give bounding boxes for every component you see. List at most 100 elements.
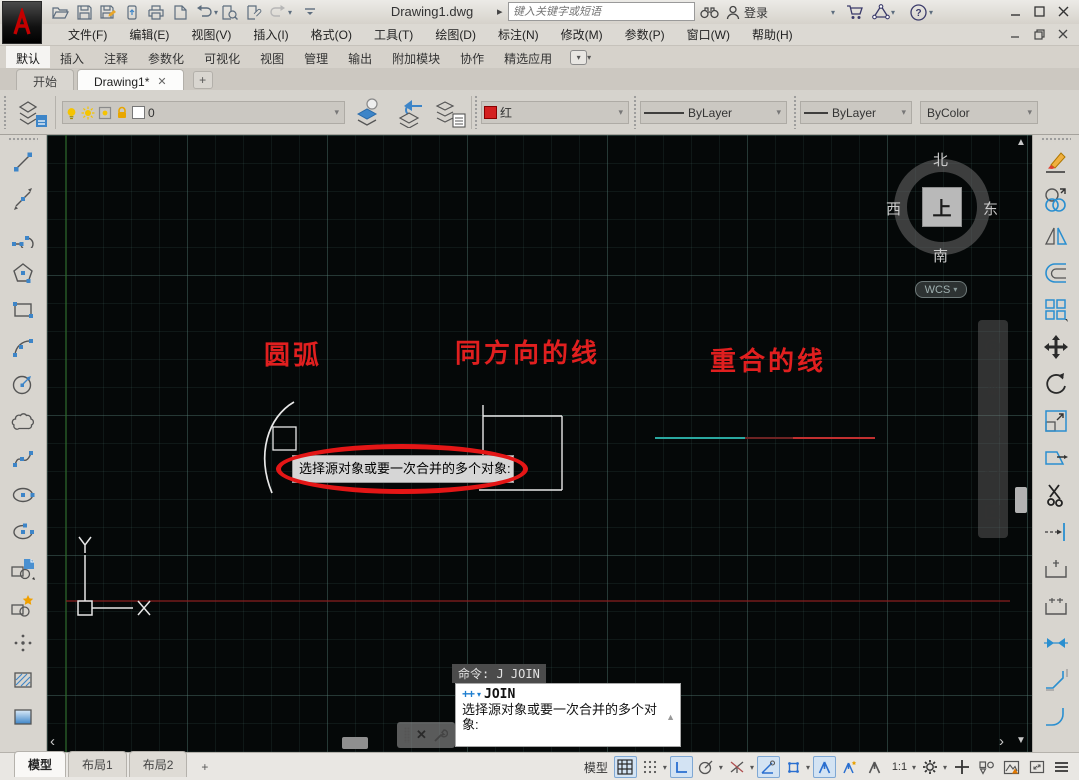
- menu-draw[interactable]: 绘图(D): [429, 24, 482, 45]
- menu-view[interactable]: 视图(V): [185, 24, 237, 45]
- customize-qat-button[interactable]: [298, 1, 322, 23]
- signin-button[interactable]: 登录: [726, 1, 772, 23]
- linetype-toolbar-grip[interactable]: [633, 95, 638, 129]
- chamfer-button[interactable]: [1036, 661, 1076, 698]
- vscroll-thumb[interactable]: [1015, 487, 1027, 513]
- layers-toolbar-grip[interactable]: [3, 95, 8, 129]
- app-store-button[interactable]: [846, 1, 864, 23]
- erase-button[interactable]: [1036, 143, 1076, 180]
- rectangle-button[interactable]: [3, 291, 43, 328]
- menu-modify[interactable]: 修改(M): [555, 24, 609, 45]
- modify-toolbar-grip[interactable]: [1041, 137, 1071, 142]
- workspace-dropdown[interactable]: ▾: [943, 763, 947, 772]
- rotate-button[interactable]: [1036, 365, 1076, 402]
- spline-button[interactable]: [3, 439, 43, 476]
- zoom-button[interactable]: [984, 421, 1002, 439]
- a360-button[interactable]: [872, 1, 890, 23]
- stretch-button[interactable]: [1036, 439, 1076, 476]
- viewcube-east[interactable]: 东: [983, 198, 998, 219]
- trim-button[interactable]: [1036, 476, 1076, 513]
- help-dropdown[interactable]: ▾: [929, 8, 933, 17]
- insert-block-button[interactable]: [3, 550, 43, 587]
- ribbon-tab-home[interactable]: 默认: [6, 46, 50, 68]
- ribbon-tab-output[interactable]: 输出: [338, 46, 382, 68]
- command-history-toggle[interactable]: ▲: [666, 712, 675, 722]
- color-dropdown[interactable]: 红 ▾: [481, 101, 629, 124]
- close-drawing-icon[interactable]: ✕: [157, 75, 166, 88]
- grid-toggle[interactable]: [614, 756, 637, 778]
- minimize-button[interactable]: [1003, 1, 1027, 21]
- command-close-icon[interactable]: ✕: [416, 727, 427, 743]
- menu-tools[interactable]: 工具(T): [368, 24, 419, 45]
- annotation-scale-sync-toggle[interactable]: [863, 756, 886, 778]
- layout-tab-model[interactable]: 模型: [14, 751, 66, 777]
- ribbon-tab-manage[interactable]: 管理: [294, 46, 338, 68]
- snap-toggle[interactable]: [639, 756, 662, 778]
- menu-window[interactable]: 窗口(W): [681, 24, 736, 45]
- annotation-monitor-button[interactable]: [950, 756, 973, 778]
- search-button[interactable]: [700, 1, 719, 23]
- doc-minimize-button[interactable]: [1003, 24, 1027, 44]
- ribbon-tab-addins[interactable]: 附加模块: [382, 46, 450, 68]
- ribbon-display-toggle[interactable]: ▾ ▾: [570, 46, 591, 68]
- drawing-review-button[interactable]: [218, 1, 242, 23]
- autoscale-toggle[interactable]: [838, 756, 861, 778]
- polygon-button[interactable]: [3, 254, 43, 291]
- construction-line-button[interactable]: [3, 180, 43, 217]
- save-as-button[interactable]: [96, 1, 120, 23]
- ribbon-tab-parametric[interactable]: 参数化: [138, 46, 194, 68]
- new-layout-button[interactable]: +: [194, 757, 215, 777]
- color-toolbar-grip[interactable]: [474, 95, 479, 129]
- orbit-button[interactable]: [984, 463, 1002, 481]
- vscroll-up-arrow[interactable]: ▲: [1016, 137, 1026, 148]
- color-dropdown-chevron[interactable]: ▾: [615, 107, 626, 118]
- app-menu-button[interactable]: [2, 1, 42, 44]
- hscroll-right-arrow[interactable]: ›: [999, 733, 1004, 750]
- doc-close-button[interactable]: [1051, 24, 1075, 44]
- annotation-visibility-toggle[interactable]: [813, 756, 836, 778]
- lineweight-toolbar-grip[interactable]: [793, 95, 798, 129]
- polar-dropdown[interactable]: ▾: [719, 763, 723, 772]
- wcs-dropdown[interactable]: WCS ▾: [915, 281, 967, 298]
- make-current-layer-button[interactable]: [350, 96, 390, 130]
- lineweight-dropdown-chevron[interactable]: ▾: [898, 107, 909, 118]
- save-to-mobile-button[interactable]: [120, 1, 144, 23]
- array-button[interactable]: [1036, 291, 1076, 328]
- plot-button[interactable]: [144, 1, 168, 23]
- revision-cloud-button[interactable]: [3, 402, 43, 439]
- save-button[interactable]: [72, 1, 96, 23]
- isodraft-toggle[interactable]: [726, 756, 749, 778]
- join-button[interactable]: [1036, 624, 1076, 661]
- signin-dropdown[interactable]: ▾: [831, 8, 835, 17]
- show-motion-button[interactable]: [984, 504, 1002, 520]
- object-snap-toggle[interactable]: [782, 756, 805, 778]
- vscroll-down-arrow[interactable]: ▼: [1016, 735, 1026, 746]
- recent-commands-icon[interactable]: ++: [462, 687, 474, 701]
- ribbon-tab-annotate[interactable]: 注释: [94, 46, 138, 68]
- layer-states-button[interactable]: [430, 96, 470, 130]
- layer-properties-button[interactable]: [12, 96, 52, 130]
- clean-screen-button[interactable]: [1025, 756, 1048, 778]
- customize-statusbar-button[interactable]: [1050, 756, 1073, 778]
- linetype-dropdown[interactable]: ByLayer ▾: [640, 101, 787, 124]
- move-button[interactable]: [1036, 328, 1076, 365]
- ellipse-arc-button[interactable]: [3, 513, 43, 550]
- menu-insert[interactable]: 插入(I): [247, 24, 294, 45]
- mirror-button[interactable]: [1036, 217, 1076, 254]
- menu-parametric[interactable]: 参数(P): [619, 24, 671, 45]
- workspace-switching-button[interactable]: [919, 756, 942, 778]
- polar-tracking-toggle[interactable]: [695, 756, 718, 778]
- navigation-wheel-button[interactable]: [984, 338, 1002, 356]
- viewcube-north[interactable]: 北: [933, 149, 948, 170]
- menu-help[interactable]: 帮助(H): [746, 24, 799, 45]
- layout-tab-layout2[interactable]: 布局2: [129, 751, 188, 777]
- gradient-button[interactable]: [3, 698, 43, 735]
- layer-dropdown-chevron[interactable]: ▾: [331, 107, 342, 118]
- drawing-canvas[interactable]: 圆弧 同方向的线 重合的线 北 西 东 南 上 WCS ▾ 选择源对象或要一次合…: [47, 135, 1032, 752]
- plot-style-dropdown-chevron[interactable]: ▾: [1024, 107, 1035, 118]
- model-space-toggle[interactable]: 模型: [584, 759, 608, 776]
- search-box[interactable]: [508, 2, 695, 21]
- doc-restore-button[interactable]: [1027, 24, 1051, 44]
- help-button[interactable]: ?: [910, 1, 927, 23]
- object-snap-dropdown[interactable]: ▾: [806, 763, 810, 772]
